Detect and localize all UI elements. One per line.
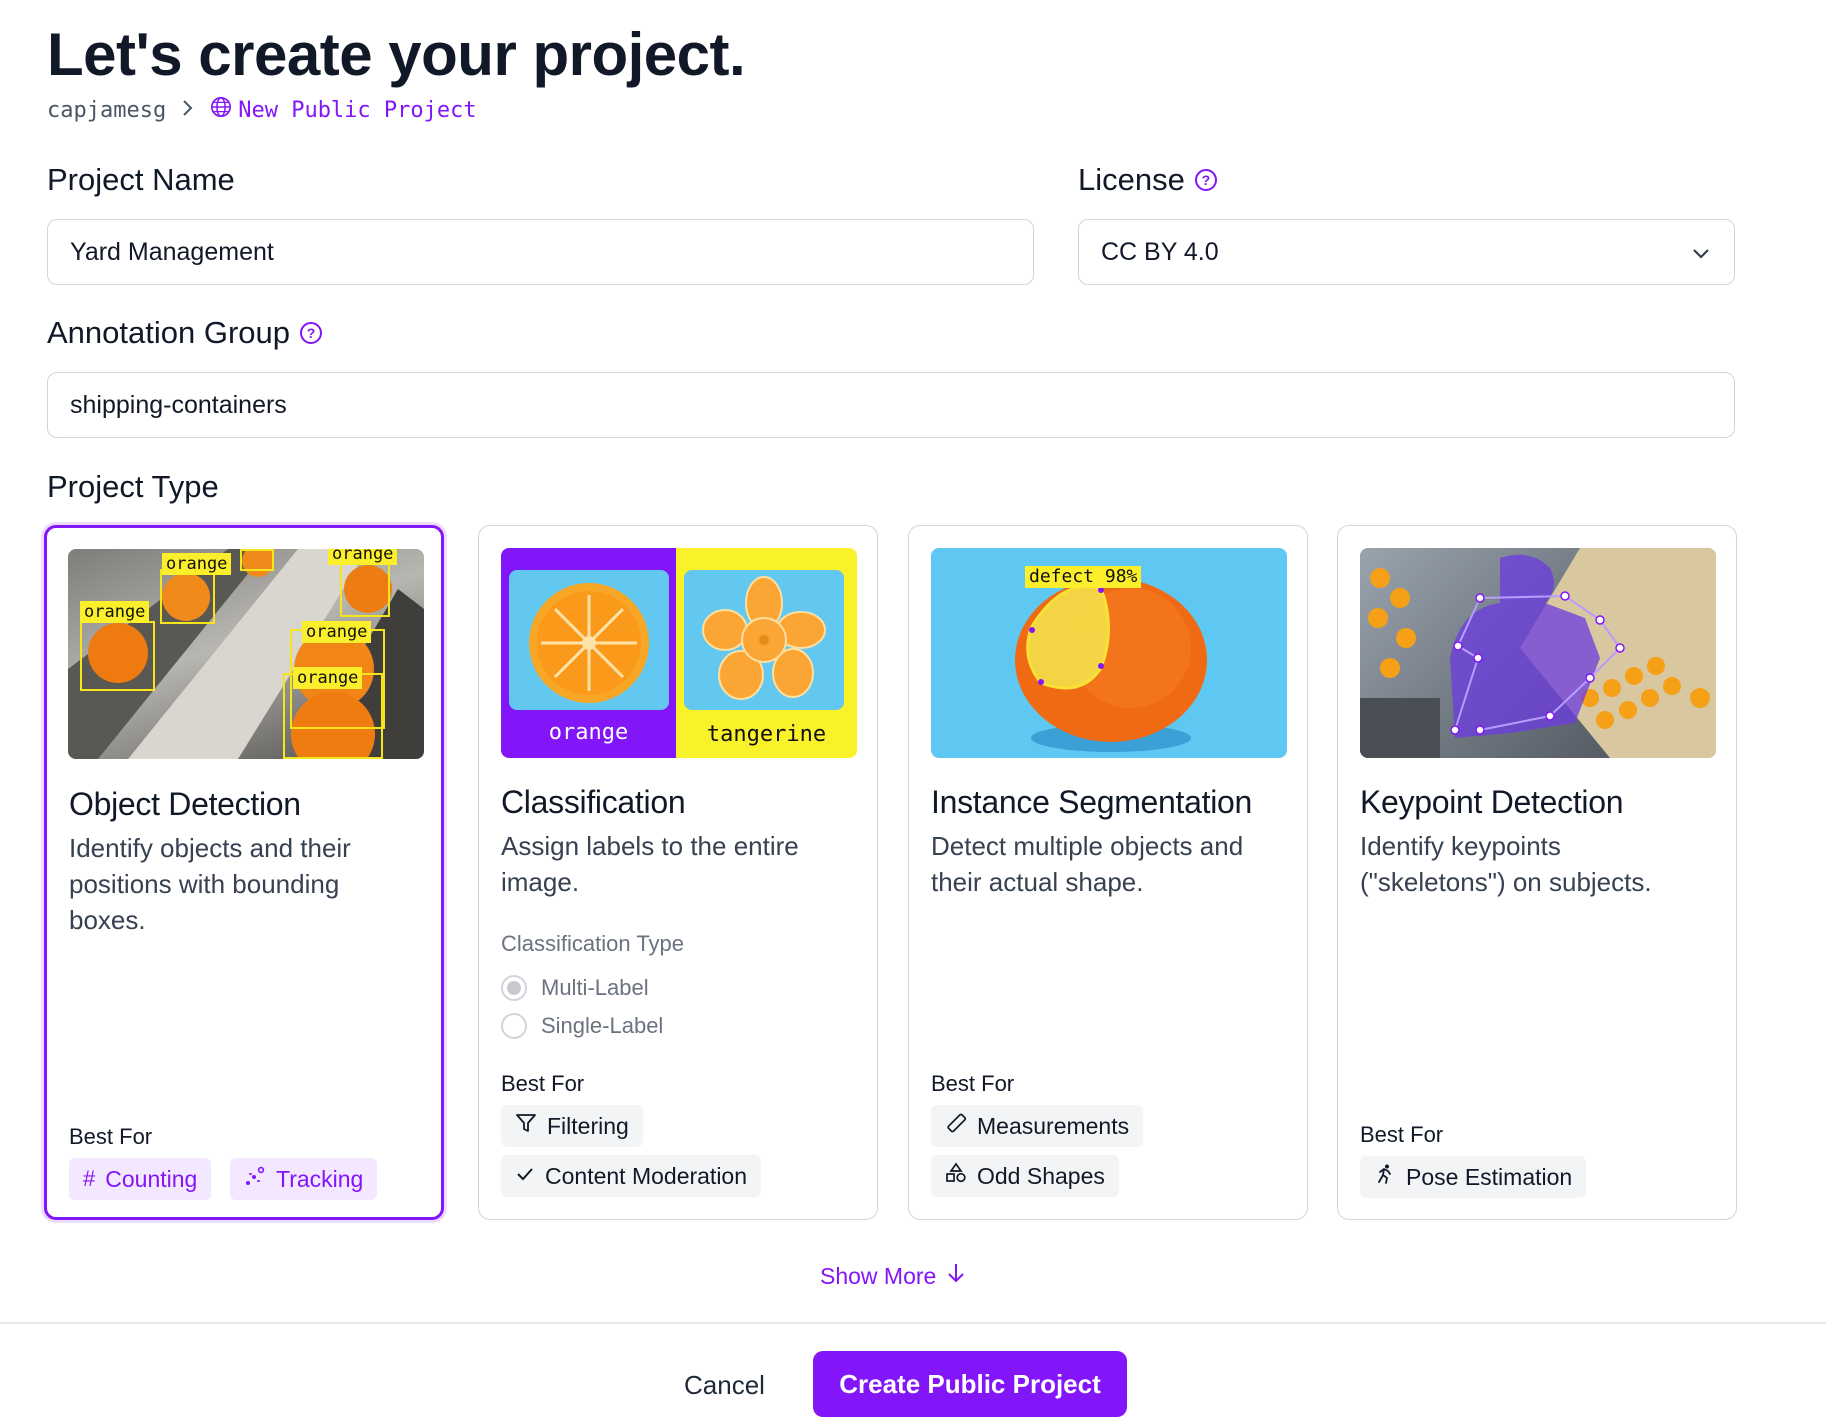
image-label: orange (548, 720, 629, 745)
arrow-down-icon (946, 1262, 966, 1290)
best-for-label: Best For (501, 1071, 585, 1096)
tag-label: Content Moderation (545, 1162, 748, 1189)
check-icon (515, 1163, 535, 1190)
tag-label: Measurements (977, 1112, 1130, 1139)
best-for-label: Best For (69, 1124, 153, 1149)
license-select[interactable]: CC BY 4.0 (1078, 219, 1735, 285)
bbox-label: defect 98% (1025, 566, 1142, 588)
tag-label: Filtering (547, 1112, 629, 1139)
card-title: Instance Segmentation (931, 784, 1253, 820)
card-title: Classification (501, 784, 686, 820)
tag-pose-estimation: Pose Estimation (1360, 1156, 1587, 1198)
hash-icon: # (83, 1166, 96, 1191)
filter-icon (515, 1112, 537, 1140)
tracking-icon (244, 1165, 266, 1193)
tag-label: Counting (105, 1165, 198, 1192)
radio-button[interactable] (501, 1013, 527, 1039)
bbox-label: orange (302, 621, 372, 643)
footer-divider (0, 1322, 1826, 1324)
project-type-card-instance-segmentation[interactable]: defect 98% Instance Segmentation Detect … (908, 525, 1308, 1220)
bbox-label: orange (328, 549, 398, 565)
chevron-down-icon (1690, 242, 1712, 271)
project-name-label: Project Name (47, 162, 235, 198)
tag-filtering: Filtering (501, 1105, 643, 1147)
project-name-label-text: Project Name (47, 162, 235, 197)
card-description: Detect multiple objects and their actual… (931, 831, 1244, 897)
keypoint-detection-image (1360, 548, 1716, 758)
tag-tracking: Tracking (230, 1158, 378, 1200)
annotation-group-label: Annotation Group ? (47, 315, 323, 351)
best-for-label: Best For (931, 1071, 1015, 1096)
radio-multi-label[interactable]: Multi-Label (501, 975, 649, 1001)
best-for-label: Best For (1360, 1122, 1444, 1147)
card-description: Identify objects and their positions wit… (69, 833, 351, 935)
tag-counting: # Counting (69, 1158, 212, 1200)
card-title: Keypoint Detection (1360, 784, 1624, 820)
classification-image: orange tangerine (501, 548, 857, 758)
tag-measurements: Measurements (931, 1105, 1144, 1147)
breadcrumb: capjamesg New Public Project (47, 96, 477, 124)
radio-button[interactable] (501, 975, 527, 1001)
tag-label: Tracking (276, 1165, 364, 1192)
project-name-value: Yard Management (70, 237, 274, 266)
card-title: Object Detection (69, 786, 301, 822)
radio-single-label[interactable]: Single-Label (501, 1013, 663, 1039)
cancel-button[interactable]: Cancel (684, 1352, 765, 1418)
project-type-card-keypoint-detection[interactable]: Keypoint Detection Identify keypoints ("… (1337, 525, 1737, 1220)
license-label: License ? (1078, 162, 1217, 198)
bbox-label: orange (80, 601, 150, 623)
help-icon[interactable]: ? (1194, 169, 1217, 191)
page-title: Let's create your project. (47, 21, 746, 88)
breadcrumb-current: New Public Project (210, 96, 477, 124)
create-public-project-button[interactable]: Create Public Project (813, 1351, 1127, 1417)
annotation-group-label-text: Annotation Group (47, 315, 291, 350)
help-icon[interactable]: ? (300, 322, 323, 344)
license-label-text: License (1078, 162, 1185, 197)
project-type-card-classification[interactable]: orange tangerine Classification Assign l… (478, 525, 878, 1220)
tag-label: Odd Shapes (977, 1162, 1105, 1189)
card-description: Identify keypoints ("skeletons") on subj… (1360, 831, 1652, 897)
tag-odd-shapes: Odd Shapes (931, 1155, 1119, 1197)
image-label: tangerine (706, 722, 827, 747)
show-more-button[interactable]: Show More (820, 1262, 966, 1290)
running-person-icon (1374, 1163, 1396, 1191)
tag-content-moderation: Content Moderation (501, 1155, 762, 1197)
annotation-group-value: shipping-containers (70, 390, 287, 419)
breadcrumb-current-label: New Public Project (238, 97, 477, 123)
instance-segmentation-image: defect 98% (931, 548, 1287, 758)
project-name-input[interactable]: Yard Management (47, 219, 1034, 285)
tag-label: Pose Estimation (1406, 1163, 1573, 1190)
card-description: Assign labels to the entire image. (501, 831, 799, 897)
classification-type-label: Classification Type (501, 931, 685, 956)
project-type-card-object-detection[interactable]: orange orange orange orange orange Objec… (44, 525, 444, 1220)
bbox-label: orange (162, 553, 232, 575)
bbox-label: orange (293, 667, 363, 689)
ruler-icon (945, 1112, 967, 1140)
license-value: CC BY 4.0 (1101, 237, 1219, 266)
shapes-icon (945, 1162, 967, 1190)
radio-label: Multi-Label (541, 975, 649, 1000)
globe-icon (210, 96, 232, 124)
show-more-label: Show More (820, 1262, 937, 1289)
project-type-label-text: Project Type (47, 469, 219, 504)
breadcrumb-user[interactable]: capjamesg (47, 98, 166, 123)
annotation-group-input[interactable]: shipping-containers (47, 372, 1735, 438)
object-detection-image: orange orange orange orange orange (68, 549, 424, 759)
radio-label: Single-Label (541, 1013, 664, 1038)
project-type-label: Project Type (47, 469, 219, 505)
chevron-right-icon (182, 98, 194, 123)
